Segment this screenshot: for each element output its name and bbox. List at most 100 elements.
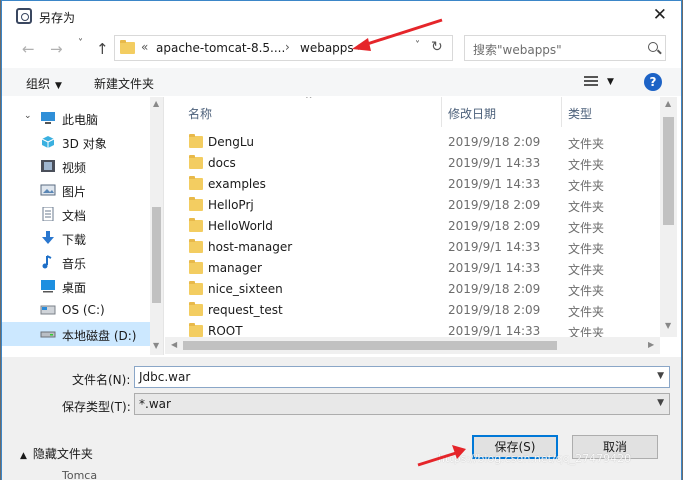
column-header-type[interactable]: 类型 [568, 105, 592, 122]
scrollbar-thumb[interactable] [663, 117, 674, 225]
sidebar-item-os-c[interactable]: OS (C:) [2, 298, 150, 322]
file-type: 文件夹 [568, 158, 605, 172]
file-type: 文件夹 [568, 284, 605, 298]
file-date: 2019/9/18 2:09 [448, 198, 541, 212]
scroll-down-icon[interactable]: ▼ [665, 321, 671, 330]
crumb-webapps[interactable]: webapps [300, 41, 354, 55]
cube-icon [41, 136, 55, 148]
crumb-tomcat[interactable]: apache-tomcat-8.5.... [156, 41, 285, 55]
file-date: 2019/9/18 2:09 [448, 135, 541, 149]
file-type-select[interactable]: *.war ▼ [134, 393, 670, 415]
help-icon[interactable]: ? [644, 73, 662, 91]
window-title: 另存为 [39, 11, 76, 25]
search-icon[interactable] [648, 42, 658, 52]
column-divider[interactable] [441, 97, 442, 127]
refresh-icon[interactable]: ↻ [431, 39, 443, 55]
file-row[interactable]: HelloPrj 2019/9/18 2:09 文件夹 [165, 195, 659, 216]
chevron-down-icon[interactable]: ⌄ [24, 111, 32, 121]
file-name: HelloWorld [208, 219, 273, 233]
column-divider[interactable] [561, 97, 562, 127]
file-list-vertical-scrollbar[interactable]: ▲ ▼ [660, 97, 677, 337]
file-name: DengLu [208, 135, 254, 149]
file-row[interactable]: nice_sixteen 2019/9/18 2:09 文件夹 [165, 279, 659, 300]
file-row[interactable]: docs 2019/9/1 14:33 文件夹 [165, 153, 659, 174]
file-row[interactable]: HelloWorld 2019/9/18 2:09 文件夹 [165, 216, 659, 237]
file-date: 2019/9/18 2:09 [448, 282, 541, 296]
file-name: examples [208, 177, 266, 191]
filename-input[interactable]: Jdbc.war ▼ [134, 366, 670, 388]
sidebar-item-music[interactable]: 音乐 [2, 250, 150, 274]
address-bar[interactable]: « apache-tomcat-8.5.... › webapps › ˅ ↻ [114, 35, 453, 61]
sidebar-item-label: 下载 [62, 233, 87, 247]
column-header-date[interactable]: 修改日期 [448, 105, 496, 122]
new-folder-button[interactable]: 新建文件夹 [94, 75, 154, 92]
file-type-label: 保存类型(T): [62, 400, 131, 414]
organize-label: 组织 [26, 77, 51, 91]
file-date: 2019/9/1 14:33 [448, 156, 541, 170]
sidebar-item-documents[interactable]: 文档 [2, 202, 150, 226]
sidebar-item-3d-objects[interactable]: 3D 对象 [2, 130, 150, 154]
chevron-down-icon[interactable]: ▼ [657, 371, 664, 381]
file-row[interactable]: host-manager 2019/9/1 14:33 文件夹 [165, 237, 659, 258]
file-row[interactable]: DengLu 2019/9/18 2:09 文件夹 [165, 132, 659, 153]
file-list: ^ 名称 修改日期 类型 DengLu 2019/9/18 2:09 文件夹 doc… [165, 97, 681, 355]
file-name: ROOT [208, 324, 243, 338]
caret-down-icon: ▼ [55, 81, 62, 91]
folder-icon [189, 134, 203, 148]
scroll-left-icon[interactable]: ◀ [171, 340, 177, 349]
sidebar-item-label: 本地磁盘 (D:) [62, 329, 137, 343]
sidebar-item-videos[interactable]: 视频 [2, 154, 150, 178]
pc-icon [41, 112, 55, 124]
folder-icon [189, 155, 203, 169]
up-arrow-icon[interactable]: ↑ [96, 40, 109, 58]
organize-button[interactable]: 组织 ▼ [26, 75, 62, 92]
folder-icon [189, 281, 203, 295]
sidebar-item-downloads[interactable]: 下载 [2, 226, 150, 250]
drive-icon [40, 331, 56, 338]
file-date: 2019/9/18 2:09 [448, 219, 541, 233]
sidebar-item-desktop[interactable]: 桌面 [2, 274, 150, 298]
crumb-separator: › [357, 40, 362, 54]
sidebar-scrollbar[interactable]: ▲ ▼ [150, 97, 163, 355]
view-options-icon[interactable] [584, 75, 598, 88]
sidebar-item-pictures[interactable]: 图片 [2, 178, 150, 202]
file-row[interactable]: manager 2019/9/1 14:33 文件夹 [165, 258, 659, 279]
column-header-name[interactable]: 名称 [188, 105, 212, 122]
sidebar-item-label: OS (C:) [62, 303, 105, 317]
back-arrow-icon[interactable]: ← [22, 40, 35, 58]
app-icon [16, 8, 32, 24]
sidebar-item-label: 此电脑 [62, 113, 99, 127]
file-row[interactable]: request_test 2019/9/18 2:09 文件夹 [165, 300, 659, 321]
chevron-down-icon[interactable]: ▼ [657, 398, 664, 408]
scroll-up-icon[interactable]: ▲ [153, 99, 159, 108]
scroll-down-icon[interactable]: ▼ [153, 341, 159, 350]
file-name: request_test [208, 303, 283, 317]
filename-value: Jdbc.war [139, 370, 191, 384]
sidebar-item-label: 3D 对象 [62, 137, 107, 151]
folder-icon [189, 197, 203, 211]
address-dropdown-icon[interactable]: ˅ [415, 40, 420, 51]
scrollbar-thumb[interactable] [183, 341, 557, 350]
navigation-pane: ⌄ 此电脑 3D 对象 视频 图片 文档 下载 音乐 桌面 OS (C:) 本地… [2, 97, 164, 355]
search-placeholder: 搜索"webapps" [473, 43, 562, 57]
crumb-overflow[interactable]: « [141, 40, 148, 54]
scrollbar-thumb[interactable] [152, 207, 161, 303]
save-form: 文件名(N): Jdbc.war ▼ 保存类型(T): *.war ▼ ▲ 隐藏文… [2, 357, 681, 480]
folder-icon [189, 260, 203, 274]
hide-folders-toggle[interactable]: ▲ 隐藏文件夹 [20, 445, 93, 462]
file-date: 2019/9/1 14:33 [448, 261, 541, 275]
recent-locations-dropdown-icon[interactable]: ˅ [78, 38, 83, 49]
file-list-horizontal-scrollbar[interactable]: ◀ ▶ [165, 337, 660, 354]
file-name: manager [208, 261, 262, 275]
close-icon[interactable]: ✕ [653, 5, 667, 25]
sidebar-item-this-pc[interactable]: ⌄ 此电脑 [2, 106, 150, 130]
scroll-right-icon[interactable]: ▶ [648, 340, 654, 349]
file-name: docs [208, 156, 236, 170]
search-box[interactable]: 搜索"webapps" [464, 35, 666, 61]
forward-arrow-icon[interactable]: → [50, 40, 63, 58]
view-dropdown-icon[interactable]: ▼ [607, 77, 614, 87]
video-icon [41, 160, 55, 172]
scroll-up-icon[interactable]: ▲ [665, 99, 671, 108]
sidebar-item-local-disk-d[interactable]: 本地磁盘 (D:) [2, 322, 150, 346]
file-row[interactable]: examples 2019/9/1 14:33 文件夹 [165, 174, 659, 195]
